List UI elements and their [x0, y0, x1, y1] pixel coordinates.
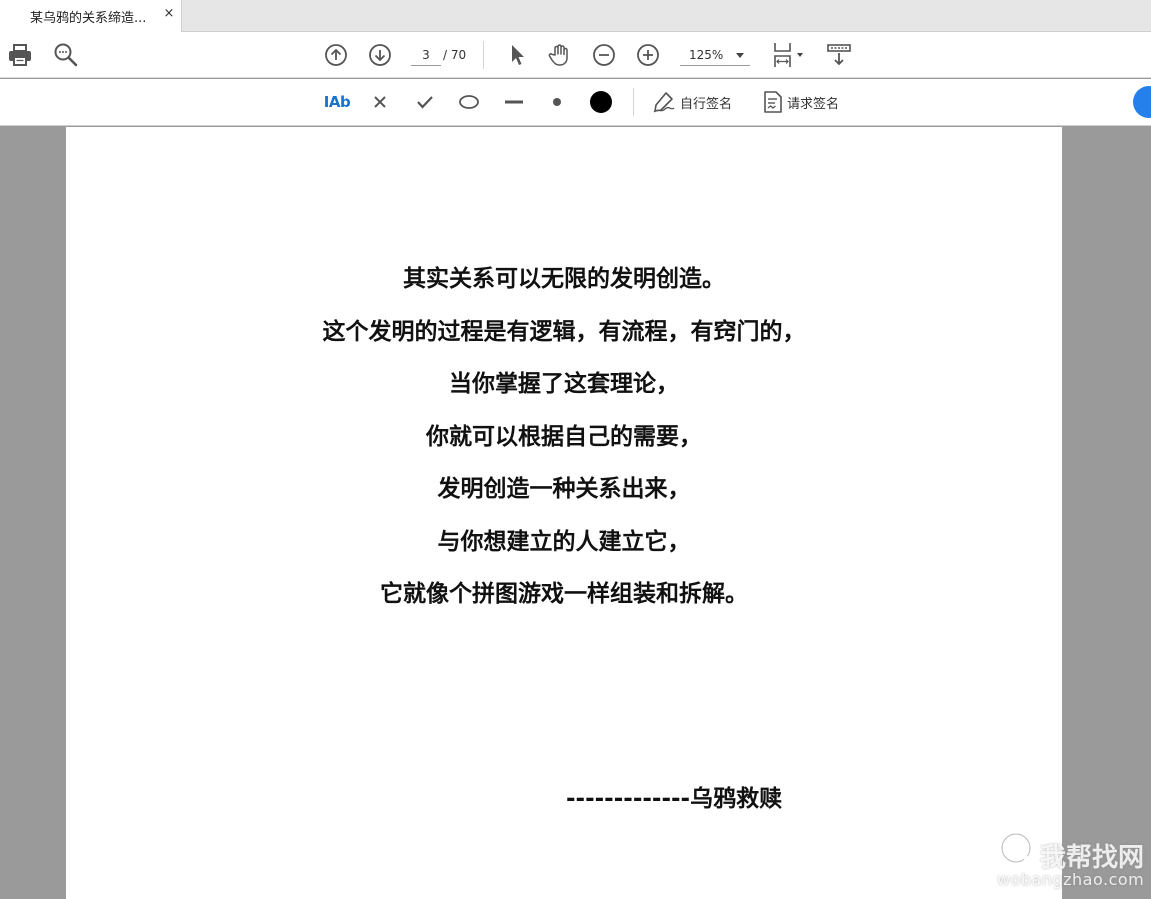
- hand-icon[interactable]: [545, 40, 575, 70]
- zoom-value: 125%: [689, 48, 724, 62]
- page-number-input[interactable]: 3: [411, 44, 441, 66]
- document-sign-icon: [764, 91, 782, 113]
- fill-sign-toolbar: IAb 自行签名 请求签名: [0, 79, 1151, 126]
- poem-line: 这个发明的过程是有逻辑，有流程，有窍门的，: [322, 318, 806, 345]
- print-icon[interactable]: [5, 40, 35, 70]
- tab-close-icon[interactable]: ×: [162, 6, 176, 21]
- fit-dropdown-chevron-icon[interactable]: [797, 53, 803, 57]
- arrow-down-circle-icon[interactable]: [365, 40, 395, 70]
- poem-line: 发明创造一种关系出来，: [437, 476, 691, 502]
- select-arrow-icon[interactable]: [502, 40, 532, 70]
- tab-title: 某乌鸦的关系缔造...: [30, 11, 147, 26]
- poem-line: 当你掌握了这套理论，: [449, 371, 679, 397]
- zoom-in-icon[interactable]: [633, 40, 663, 70]
- signbar-divider: [633, 88, 634, 116]
- share-button[interactable]: [1133, 86, 1151, 118]
- ellipse-icon[interactable]: [455, 88, 483, 116]
- scroll-mode-icon[interactable]: [824, 40, 854, 70]
- poem-line: 你就可以根据自己的需要，: [426, 423, 702, 450]
- cross-mark-icon[interactable]: [368, 88, 392, 116]
- watermark-url: wobangzhao.com: [997, 870, 1145, 889]
- zoom-select[interactable]: 125%: [680, 44, 750, 66]
- color-picker-icon[interactable]: [586, 88, 616, 116]
- text-tool-icon: IAb: [323, 93, 351, 111]
- fit-page-icon[interactable]: [768, 40, 798, 70]
- zoom-out-icon[interactable]: [589, 40, 619, 70]
- pdf-page: 其实关系可以无限的发明创造。 这个发明的过程是有逻辑，有流程，有窍门的， 当你掌…: [66, 127, 1062, 899]
- poem-line: 它就像个拼图游戏一样组装和拆解。: [380, 581, 748, 607]
- poem-line: 与你想建立的人建立它，: [437, 528, 691, 555]
- request-sign-label: 请求签名: [787, 96, 840, 112]
- toolbar-divider: [483, 41, 484, 69]
- tab-bar: 某乌鸦的关系缔造... ×: [0, 0, 1151, 32]
- pen-sign-icon: [653, 92, 675, 113]
- add-text-tool[interactable]: IAb: [322, 88, 352, 116]
- dot-icon[interactable]: [545, 88, 569, 116]
- request-sign-button[interactable]: 请求签名: [763, 88, 839, 116]
- main-toolbar: 3 / 70 125%: [0, 32, 1151, 78]
- poem-line: 其实关系可以无限的发明创造。: [403, 266, 725, 292]
- signature-line: -------------乌鸦救赎: [566, 786, 783, 812]
- document-viewer[interactable]: 其实关系可以无限的发明创造。 这个发明的过程是有逻辑，有流程，有窍门的， 当你掌…: [0, 127, 1151, 899]
- poem-text: 其实关系可以无限的发明创造。 这个发明的过程是有逻辑，有流程，有窍门的， 当你掌…: [66, 253, 1062, 621]
- check-mark-icon[interactable]: [413, 88, 437, 116]
- search-icon[interactable]: [51, 40, 81, 70]
- arrow-up-circle-icon[interactable]: [321, 40, 351, 70]
- page-total: / 70: [443, 48, 467, 62]
- chevron-down-icon: [736, 53, 744, 58]
- self-sign-label: 自行签名: [680, 96, 733, 112]
- self-sign-button[interactable]: 自行签名: [652, 88, 732, 116]
- watermark-name: 我帮找网: [1040, 843, 1145, 873]
- line-icon[interactable]: [500, 88, 528, 116]
- document-tab[interactable]: 某乌鸦的关系缔造... ×: [0, 0, 182, 32]
